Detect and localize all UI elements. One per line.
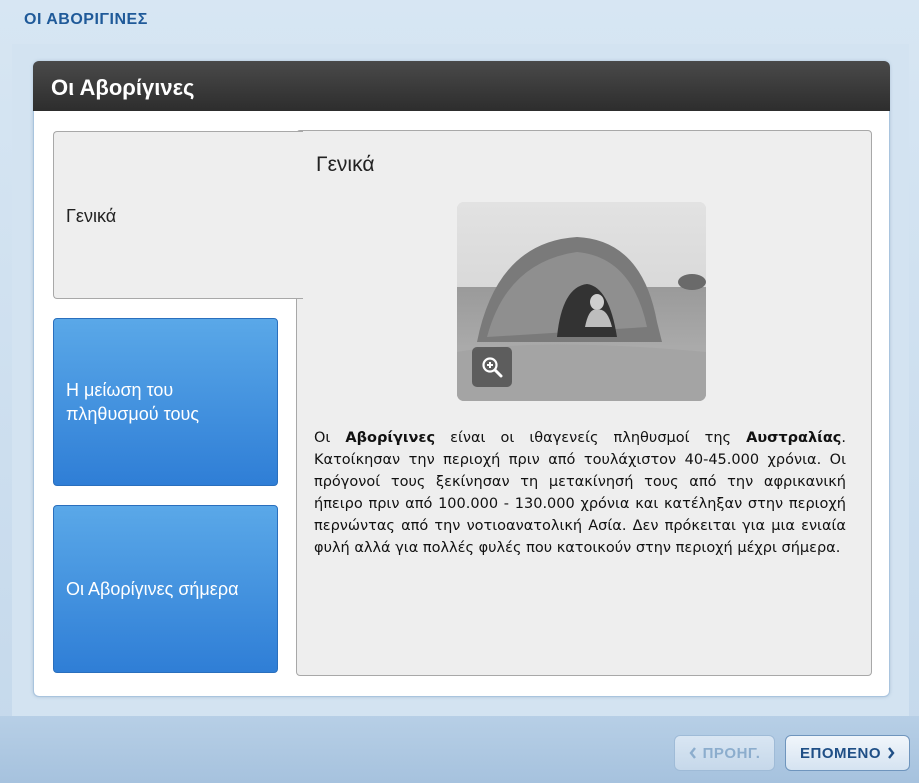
bold-australia: Αυστραλίας <box>746 430 842 446</box>
tab-connector <box>296 132 304 298</box>
tab-label: Γενικά <box>66 206 117 226</box>
text-segment: Οι <box>314 430 346 446</box>
zoom-in-icon[interactable] <box>472 347 512 387</box>
tab-general[interactable]: Γενικά <box>53 131 303 299</box>
card-title: Οι Αβορίγινες <box>51 75 195 100</box>
tab-aborigines-today[interactable]: Οι Αβορίγινες σήμερα <box>53 505 278 673</box>
footer-bar <box>0 716 919 783</box>
text-segment: . Κατοίκησαν την περιοχή πριν από τουλάχ… <box>314 430 846 556</box>
tab-label: Οι Αβορίγινες σήμερα <box>66 579 239 599</box>
prev-button[interactable]: ΠΡΟΗΓ. <box>674 735 775 771</box>
section-title: Γενικά <box>316 153 375 176</box>
next-button[interactable]: ΕΠΟΜΕΝΟ <box>785 735 910 771</box>
tab-population-decline[interactable]: Η μείωση του πληθυσμού τους <box>53 318 278 486</box>
chevron-right-icon <box>888 747 895 759</box>
body-paragraph: Οι Αβορίγινες είναι οι ιθαγενείς πληθυσμ… <box>314 427 846 559</box>
prev-label: ΠΡΟΗΓ. <box>702 744 761 762</box>
chevron-left-icon <box>689 747 696 759</box>
bold-aborigines: Αβορίγινες <box>345 430 436 446</box>
tab-label: Η μείωση του πληθυσμού τους <box>66 380 200 424</box>
text-segment: είναι οι ιθαγενείς πληθυσμοί της <box>435 430 747 446</box>
app-title: ΟΙ ΑΒΟΡΙΓΙΝΕΣ <box>24 11 148 28</box>
card-header: Οι Αβορίγινες <box>33 61 890 111</box>
next-label: ΕΠΟΜΕΝΟ <box>799 744 881 762</box>
